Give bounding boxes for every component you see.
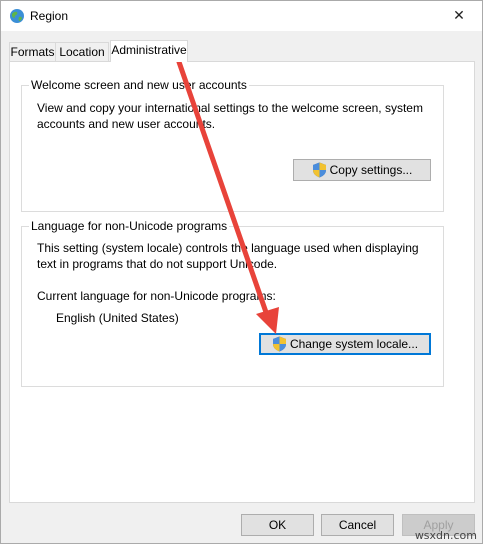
close-button[interactable]: ✕ bbox=[436, 1, 482, 31]
cancel-button[interactable]: Cancel bbox=[321, 514, 394, 536]
uac-shield-icon bbox=[272, 336, 286, 352]
non-unicode-group: Language for non-Unicode programs This s… bbox=[21, 219, 444, 387]
tab-strip: Formats Location Administrative bbox=[9, 40, 475, 62]
title-bar: Region ✕ bbox=[1, 1, 482, 31]
region-dialog: Region ✕ Formats Location Administrative… bbox=[0, 0, 483, 544]
locale-description: This setting (system locale) controls th… bbox=[37, 241, 419, 271]
watermark-text: wsxdn.com bbox=[414, 529, 477, 542]
close-icon: ✕ bbox=[453, 8, 465, 24]
uac-shield-icon bbox=[312, 162, 326, 178]
administrative-panel: Welcome screen and new user accounts Vie… bbox=[9, 61, 475, 503]
window-title: Region bbox=[30, 9, 69, 23]
tab-location[interactable]: Location bbox=[55, 42, 109, 61]
current-language-value: English (United States) bbox=[56, 311, 179, 325]
globe-icon bbox=[10, 9, 24, 23]
welcome-screen-group: Welcome screen and new user accounts Vie… bbox=[21, 78, 444, 212]
tab-administrative[interactable]: Administrative bbox=[110, 40, 188, 62]
copy-settings-button[interactable]: Copy settings... bbox=[293, 159, 431, 181]
welcome-description: View and copy your international setting… bbox=[37, 101, 423, 131]
group-title: Welcome screen and new user accounts bbox=[29, 78, 249, 92]
group-title: Language for non-Unicode programs bbox=[29, 219, 230, 233]
tab-formats[interactable]: Formats bbox=[9, 42, 56, 61]
change-system-locale-button[interactable]: Change system locale... bbox=[259, 333, 431, 355]
ok-button[interactable]: OK bbox=[241, 514, 314, 536]
current-language-label: Current language for non-Unicode program… bbox=[37, 289, 276, 303]
